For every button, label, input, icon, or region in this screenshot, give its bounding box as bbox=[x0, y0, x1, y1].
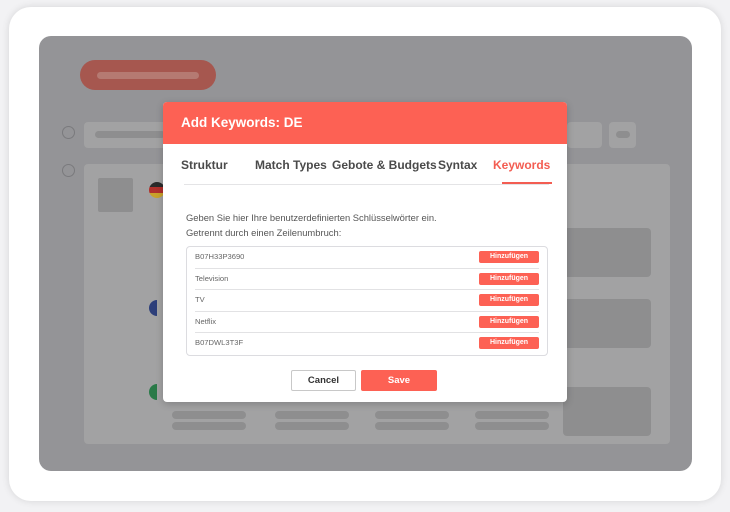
image-placeholder bbox=[98, 178, 133, 212]
active-tab-indicator bbox=[502, 182, 552, 184]
list-item: B07DWL3T3F Hinzufügen bbox=[195, 333, 539, 354]
list-item: B07H33P3690 Hinzufügen bbox=[195, 247, 539, 269]
placeholder-bar bbox=[275, 411, 349, 419]
tab-struktur[interactable]: Struktur bbox=[181, 158, 228, 172]
placeholder-block bbox=[563, 228, 651, 277]
background-primary-button bbox=[80, 60, 216, 90]
placeholder-block bbox=[563, 387, 651, 436]
cancel-button[interactable]: Cancel bbox=[291, 370, 356, 391]
add-keyword-button[interactable]: Hinzufügen bbox=[479, 294, 539, 306]
tab-divider bbox=[184, 184, 549, 185]
placeholder-bar bbox=[375, 411, 449, 419]
tab-keywords[interactable]: Keywords bbox=[493, 158, 550, 172]
radio-button bbox=[62, 126, 75, 139]
placeholder-bar bbox=[95, 131, 165, 138]
keyword-text: Netflix bbox=[195, 316, 217, 326]
placeholder-bar bbox=[616, 131, 630, 138]
tab-match-types[interactable]: Match Types bbox=[255, 158, 327, 172]
save-button[interactable]: Save bbox=[361, 370, 437, 391]
radio-button bbox=[62, 164, 75, 177]
placeholder-bar bbox=[172, 411, 246, 419]
placeholder-bar bbox=[375, 422, 449, 430]
list-item: Netflix Hinzufügen bbox=[195, 312, 539, 333]
add-keyword-button[interactable]: Hinzufügen bbox=[479, 337, 539, 349]
keyword-text: Television bbox=[195, 273, 229, 283]
list-item: Television Hinzufügen bbox=[195, 269, 539, 290]
keyword-text: TV bbox=[195, 295, 205, 304]
placeholder-block bbox=[563, 299, 651, 348]
modal-tabs: Struktur Match Types Gebote & Budgets Sy… bbox=[181, 144, 552, 185]
placeholder-bar bbox=[275, 422, 349, 430]
keywords-description: Geben Sie hier Ihre benutzerdefinierten … bbox=[186, 210, 437, 240]
tab-gebote-budgets[interactable]: Gebote & Budgets bbox=[332, 158, 437, 172]
keywords-list[interactable]: B07H33P3690 Hinzufügen Television Hinzuf… bbox=[186, 246, 548, 356]
add-keyword-button[interactable]: Hinzufügen bbox=[479, 315, 539, 328]
background-toggle bbox=[567, 122, 602, 148]
add-keywords-modal: Add Keywords: DE Struktur Match Types Ge… bbox=[163, 102, 567, 402]
placeholder-bar bbox=[172, 422, 246, 430]
description-line-2: Getrennt durch einen Zeilenumbruch: bbox=[186, 227, 342, 238]
keyword-text: B07H33P3690 bbox=[195, 252, 245, 261]
add-keyword-button[interactable]: Hinzufügen bbox=[479, 251, 539, 263]
tab-syntax[interactable]: Syntax bbox=[438, 158, 477, 172]
keyword-text: B07DWL3T3F bbox=[195, 338, 244, 347]
description-line-1: Geben Sie hier Ihre benutzerdefinierten … bbox=[186, 212, 437, 223]
modal-title: Add Keywords: DE bbox=[163, 102, 567, 144]
placeholder-bar bbox=[475, 411, 549, 419]
add-keyword-button[interactable]: Hinzufügen bbox=[479, 272, 539, 285]
placeholder-bar bbox=[97, 72, 199, 79]
placeholder-bar bbox=[475, 422, 549, 430]
list-item: TV Hinzufügen bbox=[195, 290, 539, 312]
